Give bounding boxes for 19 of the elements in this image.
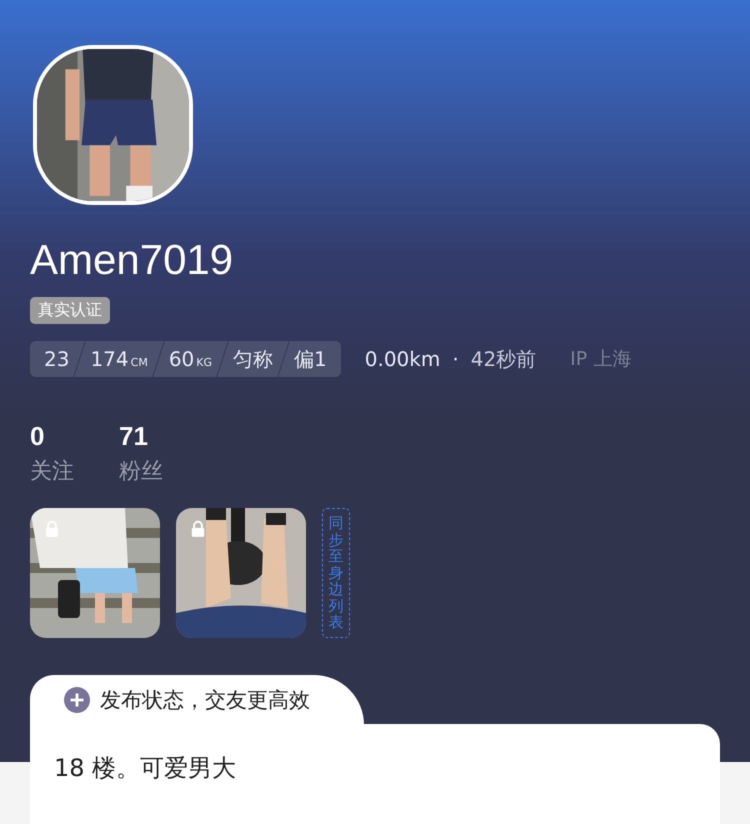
separator: · <box>452 347 459 371</box>
verified-badge: 真实认证 <box>30 297 110 324</box>
count-label[interactable]: 关注 <box>30 456 74 486</box>
stat-text: 匀称 <box>232 346 274 372</box>
sync-button[interactable]: 同步至身边列表 <box>322 508 350 638</box>
post-tab[interactable]: 发布状态，交友更高效 <box>30 675 364 725</box>
ip-location: IP 上海 <box>570 347 632 372</box>
stat-text: 60 KG <box>168 347 214 371</box>
distance-text: 0.00km <box>364 347 440 371</box>
stat-text: 174 CM <box>89 347 149 371</box>
count-label[interactable]: 粉丝 <box>119 456 163 486</box>
plus-icon <box>64 687 90 713</box>
stat-text: 23 <box>43 347 70 371</box>
count-number: 71 <box>119 421 149 452</box>
username: Amen7019 <box>30 235 234 285</box>
count-number: 0 <box>30 421 46 452</box>
stat-text: 偏1 <box>293 346 328 372</box>
last-seen-text: 42秒前 <box>470 346 536 372</box>
bio-text: 18 楼。可爱男大 <box>54 754 236 782</box>
